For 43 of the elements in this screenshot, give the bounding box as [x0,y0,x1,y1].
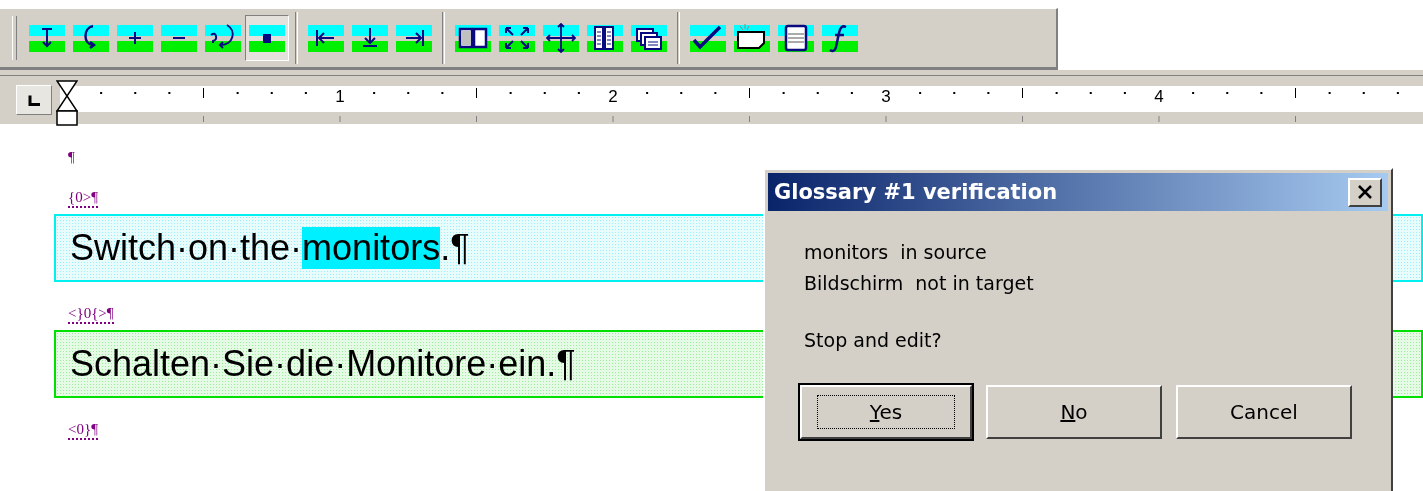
windows-icon [631,23,667,53]
ruler-number: 4 [1154,87,1164,107]
dialog-button[interactable]: Cancel [1176,385,1352,439]
columns-icon [587,23,623,53]
segment-tag: {0>¶ [68,188,98,208]
move-icon [543,23,579,53]
segment-text: Schalten·Sie·die·Monitore·ein.¶ [70,343,576,385]
segment-text: .¶ [440,227,470,269]
indent-marker-icon[interactable] [56,80,78,126]
expand-icon [499,23,535,53]
segment-tag: <0}¶ [68,420,98,440]
dialog-title: Glossary #1 verification [774,180,1058,204]
arrow-right-bar-icon [396,23,432,53]
insert-icon [29,23,65,53]
function-icon [822,23,858,53]
term-text: monitors [804,240,889,265]
segment-tag: <}0{>¶ [68,304,114,324]
dialog-button[interactable]: Yes [800,385,972,439]
arrow-down-bar-icon [352,23,388,53]
plus-icon [117,23,153,53]
arrow-left-bar-icon [308,23,344,53]
list-icon [778,23,814,53]
dialog-button[interactable]: No [986,385,1162,439]
segment-text: Switch·on·the· [70,227,303,269]
left-tab-icon [27,94,41,106]
checkmark-icon [690,23,726,53]
status-text: in source [900,240,987,265]
close-icon [1356,184,1374,200]
tab-stop-selector[interactable] [16,85,52,115]
ruler-number: 3 [881,87,891,107]
toolbar-button[interactable] [245,15,289,61]
book-icon [455,23,491,53]
note-icon [734,23,770,53]
ruler-number: 2 [608,87,618,107]
minus-icon [161,23,197,53]
loop-arrow-icon [73,23,109,53]
ruler-number: 1 [335,87,345,107]
close-button[interactable] [1348,177,1382,207]
highlighted-term: monitors [302,227,441,269]
paragraph-mark: ¶ [68,148,75,166]
square-icon [249,23,285,53]
question-text: Stop and edit? [804,329,943,351]
question-arrow-icon [205,23,241,53]
